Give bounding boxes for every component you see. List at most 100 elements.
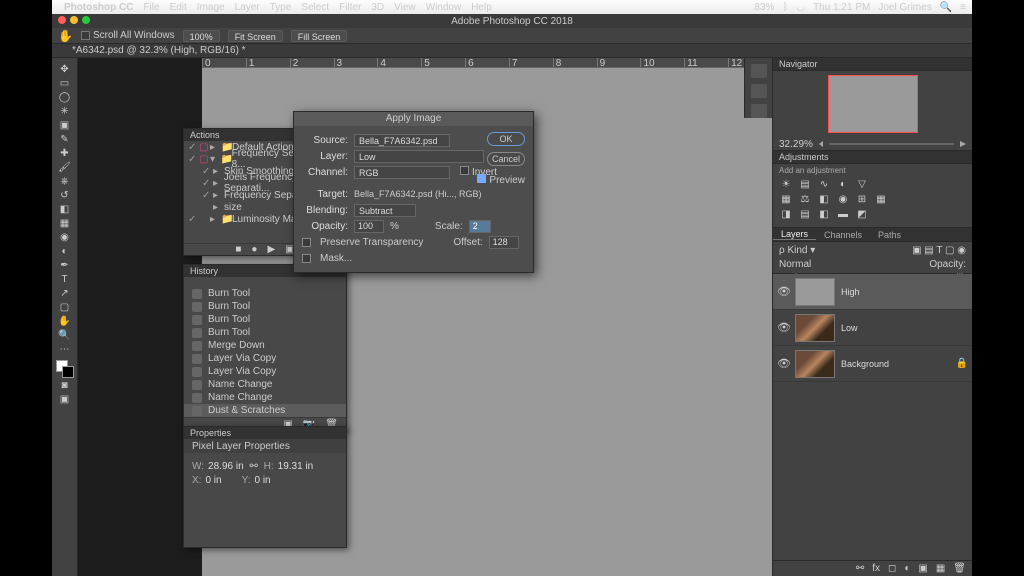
- opacity-input[interactable]: [354, 220, 384, 233]
- scale-input[interactable]: [469, 220, 491, 233]
- document-tab[interactable]: *A6342.psd @ 32.3% (High, RGB/16) *: [52, 44, 972, 58]
- zoom-in-icon[interactable]: [960, 141, 966, 147]
- shape-tool-icon[interactable]: ▢: [54, 300, 76, 314]
- history-item[interactable]: Merge Down: [184, 339, 346, 352]
- minimize-icon[interactable]: [70, 16, 78, 24]
- menu-window[interactable]: Window: [426, 2, 462, 13]
- maximize-icon[interactable]: [82, 16, 90, 24]
- heal-tool-icon[interactable]: ✚: [54, 146, 76, 160]
- quickmask-icon[interactable]: ◙: [54, 378, 76, 392]
- play-icon[interactable]: ▶: [267, 244, 275, 255]
- menu-icon[interactable]: ≡: [960, 2, 966, 13]
- y-value[interactable]: 0 in: [254, 475, 270, 486]
- fill-screen-button[interactable]: Fill Screen: [291, 30, 348, 42]
- menu-image[interactable]: Image: [197, 2, 225, 13]
- menu-filter[interactable]: Filter: [339, 2, 361, 13]
- colorbalance-icon[interactable]: ⚖: [798, 193, 812, 205]
- gradientmap-icon[interactable]: ▬: [836, 208, 850, 220]
- threshold-icon[interactable]: ◧: [817, 208, 831, 220]
- hand-tool-icon[interactable]: ✋: [54, 314, 76, 328]
- bw-icon[interactable]: ◧: [817, 193, 831, 205]
- mask-icon[interactable]: ◻: [888, 563, 896, 574]
- channelmixer-icon[interactable]: ⊞: [855, 193, 869, 205]
- hand-tool-icon[interactable]: ✋: [58, 29, 73, 43]
- zoom-slider[interactable]: [829, 143, 954, 145]
- search-icon[interactable]: 🔍: [940, 2, 952, 13]
- stop-icon[interactable]: ■: [235, 244, 241, 255]
- link-icon[interactable]: ⚯: [856, 563, 864, 574]
- selectivecolor-icon[interactable]: ◩: [855, 208, 869, 220]
- screenmode-icon[interactable]: ▣: [54, 392, 76, 406]
- scroll-all-checkbox[interactable]: Scroll All Windows: [81, 30, 175, 41]
- brush-tool-icon[interactable]: 🖌: [54, 160, 76, 174]
- history-item[interactable]: Dust & Scratches: [184, 404, 346, 417]
- eraser-tool-icon[interactable]: ◧: [54, 202, 76, 216]
- clock[interactable]: Thu 1:21 PM: [813, 2, 870, 13]
- trash-icon[interactable]: 🗑: [953, 563, 966, 574]
- x-value[interactable]: 0 in: [205, 475, 221, 486]
- type-tool-icon[interactable]: T: [54, 272, 76, 286]
- marquee-tool-icon[interactable]: ▭: [54, 76, 76, 90]
- paths-tab[interactable]: Paths: [870, 230, 909, 240]
- source-select[interactable]: Bella_F7A6342.psd: [354, 134, 450, 147]
- menu-help[interactable]: Help: [471, 2, 492, 13]
- wand-tool-icon[interactable]: ✳: [54, 104, 76, 118]
- color-swatches[interactable]: [56, 360, 74, 378]
- path-tool-icon[interactable]: ↗: [54, 286, 76, 300]
- menu-file[interactable]: File: [143, 2, 159, 13]
- zoom-tool-icon[interactable]: 🔍: [54, 328, 76, 342]
- navigator-tab[interactable]: Navigator: [773, 58, 972, 71]
- layer-select[interactable]: Low: [354, 150, 484, 163]
- record-icon[interactable]: ●: [251, 244, 257, 255]
- fx-icon[interactable]: fx: [872, 563, 880, 574]
- lasso-tool-icon[interactable]: ◯: [54, 90, 76, 104]
- bluetooth-icon[interactable]: ᛒ: [782, 2, 788, 13]
- adjustment-icon[interactable]: ◐: [904, 563, 910, 574]
- navigator-thumb[interactable]: [828, 75, 918, 133]
- colorlookup-icon[interactable]: ▦: [874, 193, 888, 205]
- curves-icon[interactable]: ∿: [817, 178, 831, 190]
- collapsed-panel-dock[interactable]: [744, 58, 772, 118]
- blending-select[interactable]: Subtract: [354, 204, 416, 217]
- crop-tool-icon[interactable]: ▣: [54, 118, 76, 132]
- pen-tool-icon[interactable]: ✒: [54, 258, 76, 272]
- exposure-icon[interactable]: ◐: [836, 178, 850, 190]
- cancel-button[interactable]: Cancel: [487, 152, 525, 166]
- dodge-tool-icon[interactable]: ◐: [54, 244, 76, 258]
- invert-icon[interactable]: ◨: [779, 208, 793, 220]
- properties-tab[interactable]: Properties: [184, 427, 346, 439]
- history-item[interactable]: Burn Tool: [184, 300, 346, 313]
- app-name[interactable]: Photoshop CC: [64, 2, 133, 13]
- mask-checkbox[interactable]: [302, 254, 311, 263]
- offset-input[interactable]: [489, 236, 519, 249]
- zoom-out-icon[interactable]: [819, 141, 823, 147]
- gradient-tool-icon[interactable]: ▦: [54, 216, 76, 230]
- new-layer-icon[interactable]: ▦: [936, 563, 945, 574]
- eyedropper-tool-icon[interactable]: ✎: [54, 132, 76, 146]
- stamp-tool-icon[interactable]: ⎈: [54, 174, 76, 188]
- layer-high[interactable]: 👁 High: [773, 274, 972, 310]
- group-icon[interactable]: ▣: [918, 563, 927, 574]
- width-value[interactable]: 28.96 in: [208, 461, 244, 472]
- layers-tab[interactable]: Layers: [773, 229, 816, 240]
- history-item[interactable]: Name Change: [184, 378, 346, 391]
- history-item[interactable]: Layer Via Copy: [184, 365, 346, 378]
- history-item[interactable]: Name Change: [184, 391, 346, 404]
- menu-select[interactable]: Select: [301, 2, 329, 13]
- blend-mode-select[interactable]: Normal: [779, 259, 811, 270]
- history-item[interactable]: Burn Tool: [184, 287, 346, 300]
- vibrance-icon[interactable]: ▽: [855, 178, 869, 190]
- height-value[interactable]: 19.31 in: [278, 461, 314, 472]
- visibility-icon[interactable]: 👁: [777, 357, 789, 370]
- visibility-icon[interactable]: 👁: [777, 285, 789, 298]
- levels-icon[interactable]: ▤: [798, 178, 812, 190]
- move-tool-icon[interactable]: ✥: [54, 62, 76, 76]
- fit-screen-button[interactable]: Fit Screen: [228, 30, 283, 42]
- menu-type[interactable]: Type: [270, 2, 292, 13]
- layer-low[interactable]: 👁 Low: [773, 310, 972, 346]
- history-brush-icon[interactable]: ↺: [54, 188, 76, 202]
- user-name[interactable]: Joel Grimes: [878, 2, 931, 13]
- close-icon[interactable]: [58, 16, 66, 24]
- channel-select[interactable]: RGB: [354, 166, 450, 179]
- channels-tab[interactable]: Channels: [816, 230, 870, 240]
